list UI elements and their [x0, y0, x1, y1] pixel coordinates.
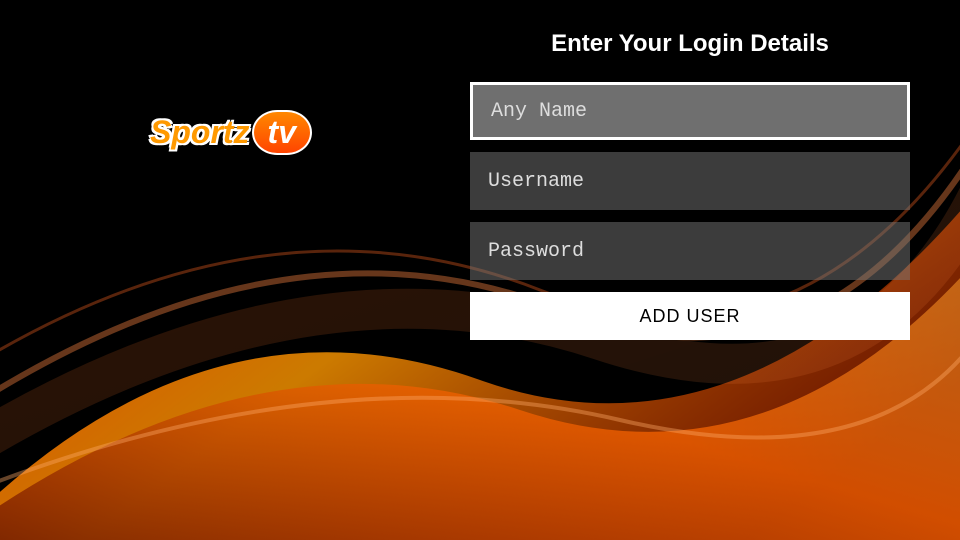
login-title: Enter Your Login Details [470, 30, 910, 58]
login-form: Enter Your Login Details ADD USER [470, 30, 910, 340]
app-logo: Sportztv [150, 110, 312, 155]
add-user-button[interactable]: ADD USER [470, 292, 910, 340]
username-input[interactable] [470, 152, 910, 210]
logo-secondary-text: tv [252, 110, 312, 155]
password-input[interactable] [470, 222, 910, 280]
name-input[interactable] [470, 82, 910, 140]
logo-primary-text: Sportz [150, 114, 250, 150]
